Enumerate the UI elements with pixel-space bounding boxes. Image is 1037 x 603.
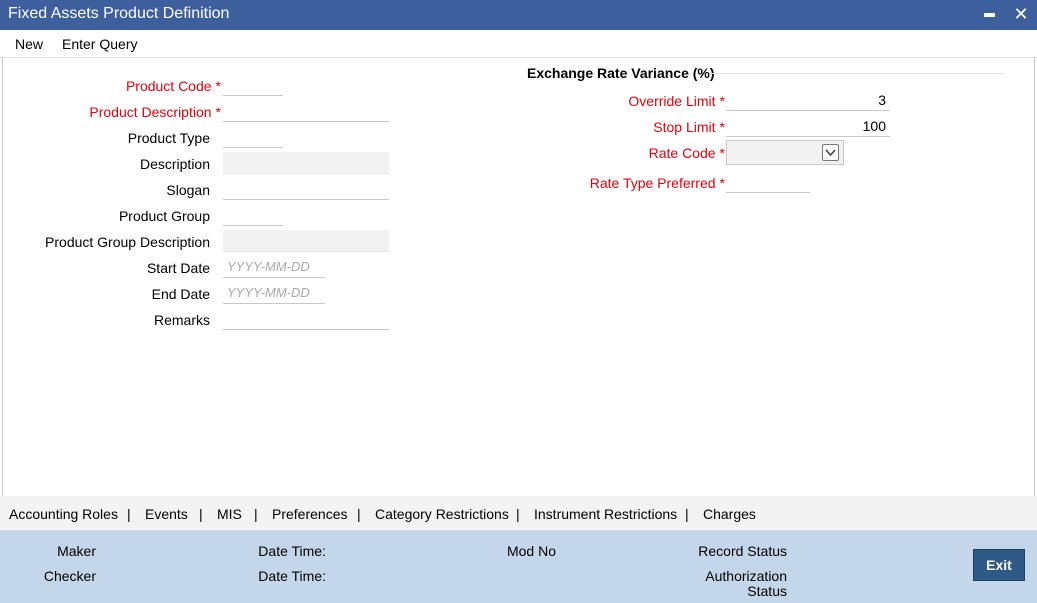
- exit-button[interactable]: Exit: [973, 549, 1025, 581]
- override-limit-input[interactable]: 3: [726, 89, 890, 111]
- tab-separator: |: [685, 506, 689, 522]
- record-status-label: Record Status: [698, 543, 787, 559]
- tab-accounting-roles[interactable]: Accounting Roles: [9, 506, 118, 522]
- tab-separator: |: [357, 506, 361, 522]
- exchange-rate-variance-title: Exchange Rate Variance (%): [527, 65, 715, 81]
- slogan-input[interactable]: [223, 178, 389, 200]
- chevron-down-icon[interactable]: [822, 144, 839, 161]
- product-type-input[interactable]: [223, 126, 283, 148]
- section-divider: [712, 73, 1004, 74]
- slogan-label: Slogan: [166, 182, 210, 198]
- product-group-description-field: [223, 230, 389, 252]
- start-date-label: Start Date: [146, 260, 210, 276]
- product-description-label: Product Description *: [89, 104, 221, 120]
- enter-query-menu-item[interactable]: Enter Query: [62, 36, 137, 52]
- rate-code-select[interactable]: [726, 140, 844, 165]
- end-date-label: End Date: [151, 286, 210, 302]
- start-date-input[interactable]: YYYY-MM-DD: [223, 256, 325, 278]
- product-code-input[interactable]: [223, 74, 283, 96]
- mod-no-label: Mod No: [506, 543, 556, 559]
- window-title: Fixed Assets Product Definition: [8, 5, 230, 22]
- close-icon[interactable]: ✕: [1012, 4, 1030, 24]
- tab-mis[interactable]: MIS: [217, 506, 242, 522]
- tab-charges[interactable]: Charges: [703, 506, 756, 522]
- stop-limit-input[interactable]: 100: [726, 115, 890, 137]
- tab-category-restrictions[interactable]: Category Restrictions: [375, 506, 509, 522]
- tab-separator: |: [199, 506, 203, 522]
- product-description-input[interactable]: [223, 100, 389, 122]
- description-field: [223, 152, 389, 174]
- description-label: Description: [139, 156, 210, 172]
- tab-instrument-restrictions[interactable]: Instrument Restrictions: [534, 506, 677, 522]
- minimize-icon[interactable]: [980, 4, 998, 24]
- rate-type-preferred-input[interactable]: [726, 171, 810, 193]
- audit-footer: Maker Checker Date Time: Date Time: Mod …: [0, 530, 1037, 603]
- maker-label: Maker: [57, 543, 96, 559]
- menu-bar: New Enter Query: [0, 30, 1037, 58]
- product-group-input[interactable]: [223, 204, 283, 226]
- authorization-status-label-line2: Status: [747, 583, 787, 599]
- tab-events[interactable]: Events: [145, 506, 188, 522]
- tab-separator: |: [516, 506, 520, 522]
- tab-separator: |: [127, 506, 131, 522]
- rate-type-preferred-label: Rate Type Preferred *: [589, 175, 725, 191]
- checker-date-time-label: Date Time:: [258, 568, 326, 584]
- product-group-description-label: Product Group Description: [45, 234, 210, 250]
- product-group-label: Product Group: [118, 208, 210, 224]
- stop-limit-label: Stop Limit *: [653, 119, 725, 135]
- checker-label: Checker: [43, 568, 96, 584]
- end-date-input[interactable]: YYYY-MM-DD: [223, 282, 325, 304]
- tab-separator: |: [254, 506, 258, 522]
- sub-screen-tabs: Accounting Roles | Events | MIS | Prefer…: [0, 496, 1037, 530]
- window-titlebar: Fixed Assets Product Definition ✕: [0, 0, 1037, 30]
- product-code-label: Product Code *: [125, 78, 221, 94]
- remarks-input[interactable]: [223, 308, 389, 330]
- new-menu-item[interactable]: New: [15, 36, 43, 52]
- product-type-label: Product Type: [127, 130, 210, 146]
- maker-date-time-label: Date Time:: [258, 543, 326, 559]
- remarks-label: Remarks: [153, 312, 210, 328]
- tab-preferences[interactable]: Preferences: [272, 506, 347, 522]
- authorization-status-label-line1: Authorization: [705, 568, 787, 584]
- override-limit-label: Override Limit *: [628, 93, 725, 109]
- rate-code-label: Rate Code *: [648, 145, 725, 161]
